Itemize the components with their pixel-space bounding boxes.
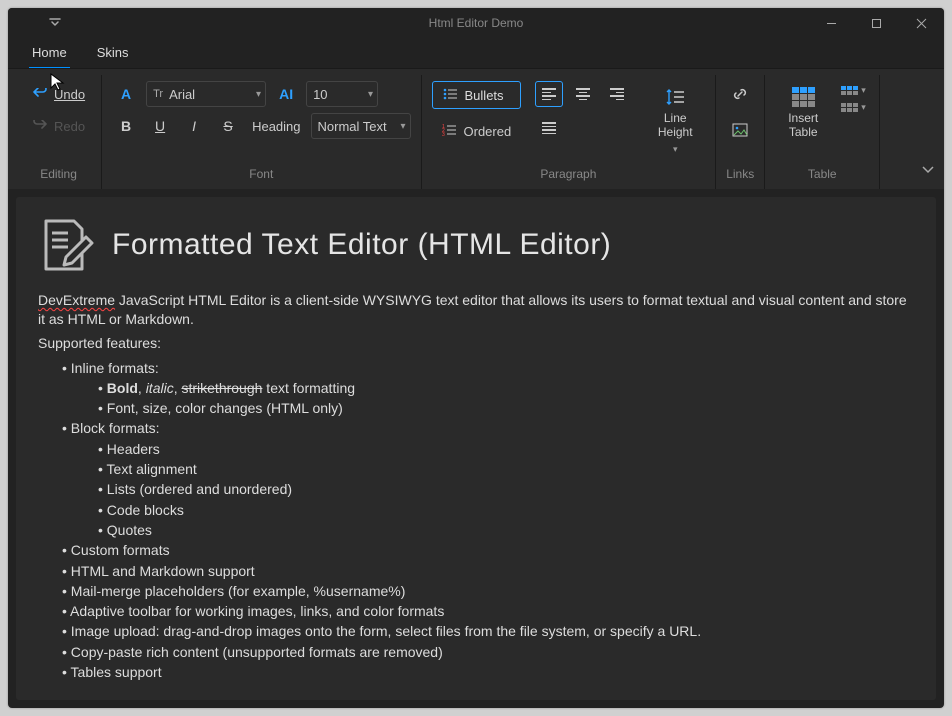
ordered-button[interactable]: 123 Ordered [432, 117, 522, 145]
group-editing: Undo Redo Editing [16, 75, 102, 189]
redo-button: Redo [26, 113, 91, 139]
group-table-label: Table [775, 161, 869, 185]
redo-label: Redo [54, 119, 85, 134]
font-size-combo[interactable]: 10 ▾ [306, 81, 378, 107]
font-size-value: 10 [313, 87, 362, 102]
group-links-label: Links [726, 161, 754, 185]
list-item: Headers [98, 439, 914, 459]
align-right-button[interactable] [603, 81, 631, 107]
group-paragraph-label: Paragraph [432, 161, 706, 185]
group-table: Insert Table ▾ [765, 75, 880, 189]
hyperlink-button[interactable] [726, 81, 754, 107]
heading-style-value: Normal Text [318, 119, 395, 134]
ordered-label: Ordered [464, 124, 512, 139]
undo-button[interactable]: Undo [26, 81, 91, 107]
list-item: Mail-merge placeholders (for example, %u… [62, 581, 914, 601]
intro-paragraph: DevExtreme JavaScript HTML Editor is a c… [38, 291, 914, 330]
font-char-icon: Tr [153, 88, 163, 100]
group-font: A Tr Arial ▾ AI 10 ▾ B U I S [102, 75, 421, 189]
list-item: Image upload: drag-and-drop images onto … [62, 621, 914, 641]
chevron-down-icon: ▾ [673, 144, 678, 155]
ribbon: Undo Redo Editing A Tr Arial [8, 68, 944, 189]
heading-label: Heading [248, 119, 304, 134]
insert-table-button[interactable]: Insert Table [775, 81, 831, 161]
line-height-icon [665, 87, 685, 107]
undo-icon [32, 86, 48, 102]
list-item: HTML and Markdown support [62, 561, 914, 581]
svg-text:3: 3 [442, 132, 445, 136]
font-name-combo[interactable]: Tr Arial ▾ [146, 81, 266, 107]
image-button[interactable] [726, 117, 754, 143]
bullets-label: Bullets [465, 88, 504, 103]
minimize-button[interactable] [809, 8, 854, 38]
line-height-label: Line Height [658, 111, 693, 140]
align-center-button[interactable] [569, 81, 597, 107]
line-height-button[interactable]: Line Height ▾ [645, 81, 705, 161]
list-item: Inline formats: Bold, italic, strikethro… [62, 358, 914, 419]
chevron-down-icon: ▾ [368, 89, 373, 100]
list-item: Adaptive toolbar for working images, lin… [62, 601, 914, 621]
maximize-button[interactable] [854, 8, 899, 38]
strikethrough-button[interactable]: S [214, 113, 242, 139]
ribbon-tabs: Home Skins [8, 38, 944, 68]
close-button[interactable] [899, 8, 944, 38]
list-item: Font, size, color changes (HTML only) [98, 398, 914, 418]
table-options-2-button[interactable]: ▾ [841, 102, 869, 113]
list-item: Block formats: Headers Text alignment Li… [62, 418, 914, 540]
feature-list: Inline formats: Bold, italic, strikethro… [38, 358, 914, 683]
titlebar: Html Editor Demo [8, 8, 944, 38]
list-item: Tables support [62, 662, 914, 682]
ordered-list-icon: 123 [442, 124, 458, 139]
chevron-down-icon: ▾ [400, 121, 405, 132]
list-item: Custom formats [62, 540, 914, 560]
tab-home[interactable]: Home [26, 39, 73, 68]
app-window: Html Editor Demo Home Skins [8, 8, 944, 708]
italic-button[interactable]: I [180, 113, 208, 139]
spellcheck-error: DevExtreme [38, 292, 115, 308]
qat-customize-button[interactable] [44, 12, 66, 34]
insert-table-label: Insert Table [788, 111, 818, 140]
group-links: Links [716, 75, 765, 189]
bullets-button[interactable]: Bullets [432, 81, 522, 109]
table-icon [793, 87, 813, 107]
list-item: Lists (ordered and unordered) [98, 479, 914, 499]
bullet-list-icon [443, 88, 459, 103]
bold-button[interactable]: B [112, 113, 140, 139]
list-item: Quotes [98, 520, 914, 540]
group-editing-label: Editing [26, 161, 91, 185]
table-options-1-button[interactable]: ▾ [841, 85, 869, 96]
document-edit-icon [38, 217, 94, 273]
ribbon-collapse-button[interactable] [922, 161, 934, 179]
list-item: Text alignment [98, 459, 914, 479]
align-left-button[interactable] [535, 81, 563, 107]
document-title: Formatted Text Editor (HTML Editor) [112, 228, 611, 262]
font-name-value: Arial [169, 87, 250, 102]
group-font-label: Font [112, 161, 410, 185]
chevron-down-icon: ▾ [256, 89, 261, 100]
group-paragraph: Bullets 123 Ordered [422, 75, 717, 189]
redo-icon [32, 118, 48, 134]
list-item: Bold, italic, strikethrough text formatt… [98, 378, 914, 398]
heading-style-combo[interactable]: Normal Text ▾ [311, 113, 411, 139]
editor-content[interactable]: Formatted Text Editor (HTML Editor) DevE… [16, 197, 936, 700]
undo-label: Undo [54, 87, 85, 102]
tab-skins[interactable]: Skins [91, 39, 135, 68]
list-item: Copy-paste rich content (unsupported for… [62, 642, 914, 662]
font-size-prefix-icon: AI [272, 81, 300, 107]
window-title: Html Editor Demo [8, 16, 944, 30]
list-item: Code blocks [98, 500, 914, 520]
align-justify-button[interactable] [535, 115, 563, 141]
supported-label: Supported features: [38, 334, 914, 354]
font-color-button[interactable]: A [112, 81, 140, 107]
underline-button[interactable]: U [146, 113, 174, 139]
